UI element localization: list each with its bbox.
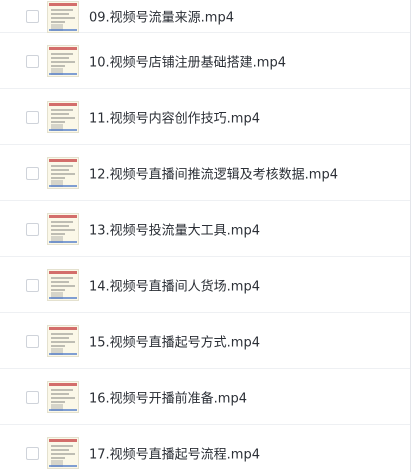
row-checkbox[interactable] [26, 222, 39, 236]
file-name[interactable]: 16.视频号开播前准备.mp4 [89, 387, 247, 406]
file-name[interactable]: 17.视频号直播起号流程.mp4 [89, 444, 260, 463]
file-name[interactable]: 14.视频号直播间人货场.mp4 [89, 275, 260, 294]
file-name[interactable]: 10.视频号店铺注册基础搭建.mp4 [89, 51, 286, 70]
video-thumbnail [47, 100, 79, 133]
video-thumbnail [47, 1, 79, 33]
list-item[interactable]: 13.视频号投流量大工具.mp4 [0, 201, 410, 257]
file-name[interactable]: 09.视频号流量来源.mp4 [89, 7, 234, 26]
list-item[interactable]: 15.视频号直播起号方式.mp4 [0, 313, 410, 369]
list-item[interactable]: 14.视频号直播间人货场.mp4 [0, 257, 410, 313]
file-name[interactable]: 15.视频号直播起号方式.mp4 [89, 331, 260, 350]
row-checkbox[interactable] [26, 447, 39, 460]
list-item[interactable]: 10.视频号店铺注册基础搭建.mp4 [0, 33, 410, 89]
video-thumbnail [47, 324, 79, 357]
video-thumbnail [47, 156, 79, 189]
video-thumbnail [47, 437, 79, 469]
list-item[interactable]: 11.视频号内容创作技巧.mp4 [0, 89, 410, 145]
row-checkbox[interactable] [26, 278, 39, 292]
list-item[interactable]: 09.视频号流量来源.mp4 [0, 0, 410, 33]
video-thumbnail [47, 380, 79, 413]
file-list: 09.视频号流量来源.mp4 10.视频号店铺注册基础搭建.mp4 11.视频号… [0, 0, 411, 472]
list-item[interactable]: 16.视频号开播前准备.mp4 [0, 369, 410, 425]
file-name[interactable]: 11.视频号内容创作技巧.mp4 [89, 107, 260, 126]
row-checkbox[interactable] [26, 10, 39, 23]
list-item[interactable]: 17.视频号直播起号流程.mp4 [0, 425, 410, 472]
list-item[interactable]: 12.视频号直播间推流逻辑及考核数据.mp4 [0, 145, 410, 201]
video-thumbnail [47, 44, 79, 77]
row-checkbox[interactable] [26, 166, 39, 180]
file-name[interactable]: 12.视频号直播间推流逻辑及考核数据.mp4 [89, 163, 338, 182]
file-name[interactable]: 13.视频号投流量大工具.mp4 [89, 219, 260, 238]
row-checkbox[interactable] [26, 54, 39, 68]
video-thumbnail [47, 268, 79, 301]
row-checkbox[interactable] [26, 390, 39, 404]
video-thumbnail [47, 212, 79, 245]
row-checkbox[interactable] [26, 334, 39, 348]
row-checkbox[interactable] [26, 110, 39, 124]
